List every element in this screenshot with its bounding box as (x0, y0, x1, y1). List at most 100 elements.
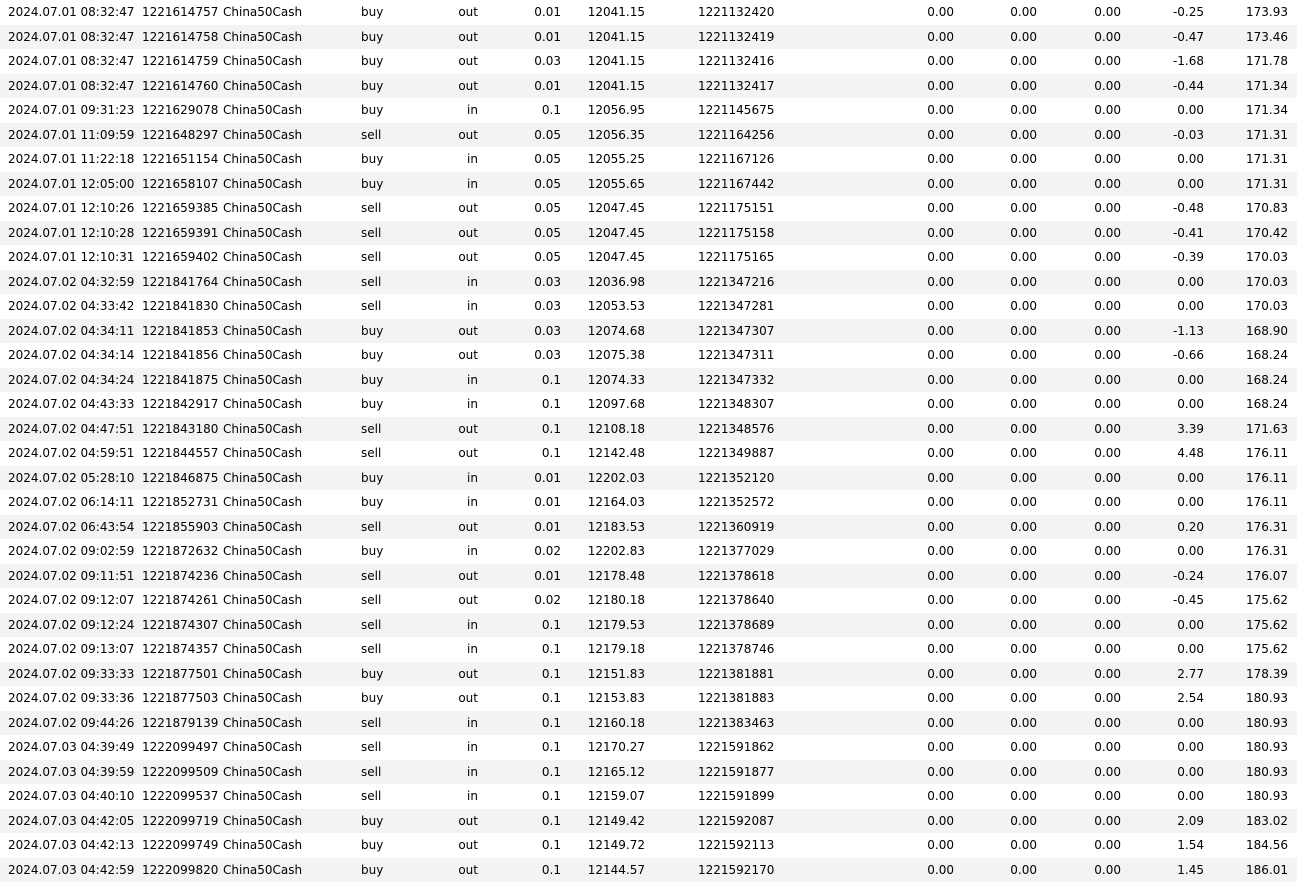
commission-cell: 0.00 (880, 319, 954, 344)
price-cell: 12108.18 (570, 417, 645, 442)
symbol-cell: China50Cash (223, 441, 313, 466)
table-row[interactable]: 2024.07.03 04:42:051222099719China50Cash… (0, 809, 1297, 834)
table-row[interactable]: 2024.07.02 04:47:511221843180China50Cash… (0, 417, 1297, 442)
balance-cell: 168.24 (1212, 343, 1288, 368)
table-row[interactable]: 2024.07.02 04:33:421221841830China50Cash… (0, 294, 1297, 319)
commission-cell: 0.00 (880, 392, 954, 417)
deal-id-cell: 1221614758 (142, 25, 218, 50)
order-id-cell: 1221592087 (698, 809, 778, 834)
balance-cell: 175.62 (1212, 637, 1288, 662)
price-cell: 12055.25 (570, 147, 645, 172)
swap-cell: 0.00 (1047, 564, 1121, 589)
direction-cell: out (430, 441, 478, 466)
deal-id-cell: 1222099820 (142, 858, 218, 882)
table-row[interactable]: 2024.07.02 04:59:511221844557China50Cash… (0, 441, 1297, 466)
table-row[interactable]: 2024.07.02 05:28:101221846875China50Cash… (0, 466, 1297, 491)
table-row[interactable]: 2024.07.02 09:12:241221874307China50Cash… (0, 613, 1297, 638)
symbol-cell: China50Cash (223, 270, 313, 295)
volume-cell: 0.01 (500, 490, 561, 515)
order-id-cell: 1221381881 (698, 662, 778, 687)
swap-cell: 0.00 (1047, 760, 1121, 785)
symbol-cell: China50Cash (223, 515, 313, 540)
type-cell: sell (361, 711, 401, 736)
direction-cell: in (430, 392, 478, 417)
direction-cell: in (430, 294, 478, 319)
table-row[interactable]: 2024.07.02 09:13:071221874357China50Cash… (0, 637, 1297, 662)
table-row[interactable]: 2024.07.03 04:42:131222099749China50Cash… (0, 833, 1297, 858)
direction-cell: in (430, 711, 478, 736)
commission-cell: 0.00 (880, 809, 954, 834)
table-row[interactable]: 2024.07.01 12:10:281221659391China50Cash… (0, 221, 1297, 246)
commission-cell: 0.00 (880, 539, 954, 564)
volume-cell: 0.1 (500, 417, 561, 442)
volume-cell: 0.01 (500, 0, 561, 25)
balance-cell: 178.39 (1212, 662, 1288, 687)
type-cell: buy (361, 0, 401, 25)
fee-cell: 0.00 (965, 613, 1037, 638)
symbol-cell: China50Cash (223, 294, 313, 319)
table-row[interactable]: 2024.07.03 04:39:491222099497China50Cash… (0, 735, 1297, 760)
table-row[interactable]: 2024.07.02 04:34:241221841875China50Cash… (0, 368, 1297, 393)
table-row[interactable]: 2024.07.03 04:42:591222099820China50Cash… (0, 858, 1297, 882)
order-id-cell: 1221167442 (698, 172, 778, 197)
fee-cell: 0.00 (965, 172, 1037, 197)
swap-cell: 0.00 (1047, 172, 1121, 197)
table-row[interactable]: 2024.07.02 04:34:141221841856China50Cash… (0, 343, 1297, 368)
order-id-cell: 1221378640 (698, 588, 778, 613)
fee-cell: 0.00 (965, 392, 1037, 417)
table-row[interactable]: 2024.07.02 04:32:591221841764China50Cash… (0, 270, 1297, 295)
balance-cell: 176.31 (1212, 515, 1288, 540)
commission-cell: 0.00 (880, 270, 954, 295)
deal-time-cell: 2024.07.02 05:28:10 (8, 466, 138, 491)
deal-time-cell: 2024.07.02 09:12:24 (8, 613, 138, 638)
table-row[interactable]: 2024.07.02 09:12:071221874261China50Cash… (0, 588, 1297, 613)
deal-time-cell: 2024.07.02 04:34:14 (8, 343, 138, 368)
table-row[interactable]: 2024.07.02 04:43:331221842917China50Cash… (0, 392, 1297, 417)
table-row[interactable]: 2024.07.03 04:40:101222099537China50Cash… (0, 784, 1297, 809)
symbol-cell: China50Cash (223, 833, 313, 858)
table-row[interactable]: 2024.07.02 04:34:111221841853China50Cash… (0, 319, 1297, 344)
direction-cell: in (430, 735, 478, 760)
table-row[interactable]: 2024.07.01 12:10:261221659385China50Cash… (0, 196, 1297, 221)
table-row[interactable]: 2024.07.02 09:44:261221879139China50Cash… (0, 711, 1297, 736)
balance-cell: 186.01 (1212, 858, 1288, 882)
table-row[interactable]: 2024.07.02 09:33:331221877501China50Cash… (0, 662, 1297, 687)
table-row[interactable]: 2024.07.01 12:10:311221659402China50Cash… (0, 245, 1297, 270)
order-id-cell: 1221592170 (698, 858, 778, 882)
table-row[interactable]: 2024.07.02 06:43:541221855903China50Cash… (0, 515, 1297, 540)
table-row[interactable]: 2024.07.01 12:05:001221658107China50Cash… (0, 172, 1297, 197)
symbol-cell: China50Cash (223, 392, 313, 417)
symbol-cell: China50Cash (223, 417, 313, 442)
commission-cell: 0.00 (880, 441, 954, 466)
deal-time-cell: 2024.07.02 06:43:54 (8, 515, 138, 540)
deal-time-cell: 2024.07.01 08:32:47 (8, 25, 138, 50)
table-row[interactable]: 2024.07.02 09:11:511221874236China50Cash… (0, 564, 1297, 589)
balance-cell: 173.46 (1212, 25, 1288, 50)
swap-cell: 0.00 (1047, 343, 1121, 368)
volume-cell: 0.1 (500, 441, 561, 466)
table-row[interactable]: 2024.07.01 11:09:591221648297China50Cash… (0, 123, 1297, 148)
table-row[interactable]: 2024.07.01 08:32:471221614757China50Cash… (0, 0, 1297, 25)
type-cell: buy (361, 319, 401, 344)
volume-cell: 0.05 (500, 123, 561, 148)
deal-time-cell: 2024.07.02 09:33:33 (8, 662, 138, 687)
commission-cell: 0.00 (880, 735, 954, 760)
table-row[interactable]: 2024.07.02 09:33:361221877503China50Cash… (0, 686, 1297, 711)
table-row[interactable]: 2024.07.02 09:02:591221872632China50Cash… (0, 539, 1297, 564)
table-row[interactable]: 2024.07.01 08:32:471221614758China50Cash… (0, 25, 1297, 50)
type-cell: buy (361, 662, 401, 687)
table-row[interactable]: 2024.07.03 04:39:591222099509China50Cash… (0, 760, 1297, 785)
symbol-cell: China50Cash (223, 123, 313, 148)
commission-cell: 0.00 (880, 294, 954, 319)
table-row[interactable]: 2024.07.01 08:32:471221614759China50Cash… (0, 49, 1297, 74)
table-row[interactable]: 2024.07.01 08:32:471221614760China50Cash… (0, 74, 1297, 99)
table-row[interactable]: 2024.07.01 11:22:181221651154China50Cash… (0, 147, 1297, 172)
direction-cell: in (430, 539, 478, 564)
fee-cell: 0.00 (965, 588, 1037, 613)
table-row[interactable]: 2024.07.01 09:31:231221629078China50Cash… (0, 98, 1297, 123)
table-row[interactable]: 2024.07.02 06:14:111221852731China50Cash… (0, 490, 1297, 515)
deal-time-cell: 2024.07.02 06:14:11 (8, 490, 138, 515)
deal-time-cell: 2024.07.02 04:43:33 (8, 392, 138, 417)
direction-cell: in (430, 98, 478, 123)
type-cell: buy (361, 25, 401, 50)
